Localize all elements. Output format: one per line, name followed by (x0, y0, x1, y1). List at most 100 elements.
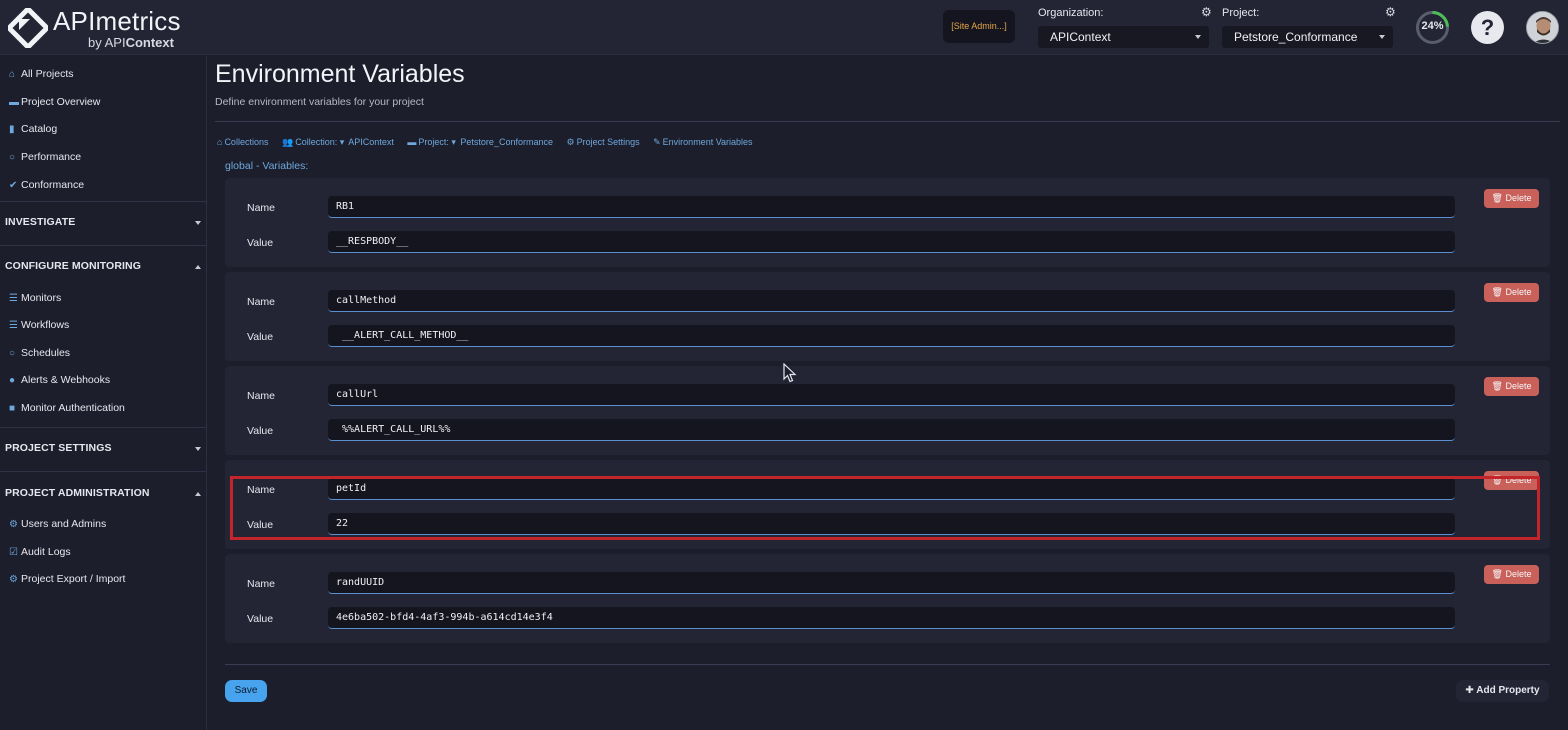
variable-value-input[interactable]: __RESPBODY__ (328, 231, 1455, 253)
variable-value-input[interactable]: __ALERT_CALL_METHOD__ (328, 325, 1455, 347)
sidebar-item-label: Catalog (21, 123, 58, 135)
project-select[interactable]: Petstore_Conformance (1222, 26, 1393, 48)
name-label: Name (247, 390, 276, 402)
variable-card: Name RB1 Value __RESPBODY__ 🗑 Delete (225, 178, 1550, 267)
dashboard-icon: ○ (9, 152, 16, 163)
page-title: Environment Variables (215, 60, 465, 88)
sidebar-item-label: Users and Admins (21, 518, 107, 530)
sidebar-item-users-admins[interactable]: ⚙ Users and Admins (9, 518, 106, 530)
organization-caret-icon (1195, 35, 1201, 39)
project-label: Project: (1222, 7, 1260, 19)
bell-icon: ● (9, 375, 16, 386)
breadcrumb-environment-variables[interactable]: ✎ Environment Variables (653, 137, 752, 147)
delete-button[interactable]: 🗑 Delete (1484, 283, 1539, 302)
gear-icon: ⚙ (566, 137, 575, 147)
breadcrumb-collection[interactable]: 👥 Collection: ▾ APIContext (282, 137, 394, 147)
plus-icon: ✚ (1465, 685, 1474, 696)
variable-value-input[interactable]: %%ALERT_CALL_URL%% (328, 419, 1455, 441)
sidebar-section-investigate[interactable]: INVESTIGATE (5, 216, 203, 228)
apimetrics-logo-icon[interactable] (8, 8, 48, 48)
gear-icon: ⚙ (9, 574, 18, 585)
caret-up-icon (195, 492, 201, 496)
variable-card: Name callUrl Value %%ALERT_CALL_URL%% 🗑 … (225, 366, 1550, 455)
sidebar-item-label: Performance (21, 151, 82, 163)
variable-name-input[interactable]: callMethod (328, 290, 1455, 312)
section-label: CONFIGURE MONITORING (5, 260, 141, 272)
sidebar-item-monitor-authentication[interactable]: ■ Monitor Authentication (9, 402, 125, 414)
delete-button[interactable]: 🗑 Delete (1484, 565, 1539, 584)
save-button[interactable]: Save (225, 680, 267, 702)
section-label: INVESTIGATE (5, 216, 76, 228)
breadcrumb-project[interactable]: ▬ Project: ▾ Petstore_Conformance (407, 137, 553, 147)
sidebar-item-schedules[interactable]: ○ Schedules (9, 347, 70, 359)
lock-icon: ■ (9, 403, 16, 414)
breadcrumb-project-settings[interactable]: ⚙ Project Settings (567, 137, 640, 147)
sidebar-item-label: Audit Logs (21, 546, 71, 558)
site-admin-button[interactable]: [Site Admin...] (943, 10, 1015, 43)
clock-icon: ○ (9, 348, 16, 359)
sidebar-item-performance[interactable]: ○ Performance (9, 151, 81, 163)
folder-icon: ▬ (407, 137, 417, 147)
name-label: Name (247, 296, 276, 308)
delete-label: Delete (1505, 381, 1532, 391)
breadcrumb-collections[interactable]: ⌂ Collections (217, 137, 268, 147)
delete-button[interactable]: 🗑 Delete (1484, 377, 1539, 396)
sidebar-divider (0, 427, 207, 428)
trash-icon: 🗑 (1491, 381, 1503, 391)
list-icon: ☰ (9, 293, 18, 304)
caret-down-icon: ▾ (451, 137, 456, 147)
sidebar-item-workflows[interactable]: ☰ Workflows (9, 319, 69, 331)
help-icon[interactable]: ? (1471, 11, 1504, 44)
sidebar-section-configure-monitoring[interactable]: CONFIGURE MONITORING (5, 260, 203, 272)
caret-down-icon (195, 447, 201, 451)
variable-name-input[interactable]: callUrl (328, 384, 1455, 406)
sidebar-section-project-settings[interactable]: PROJECT SETTINGS (5, 442, 203, 454)
variable-card: Name randUUID Value 4e6ba502-bfd4-4af3-9… (225, 554, 1550, 643)
sidebar-item-all-projects[interactable]: ⌂ All Projects (9, 68, 74, 80)
project-gear-icon[interactable]: ⚙ (1385, 5, 1396, 19)
avatar-person-icon (1527, 12, 1558, 43)
sidebar-item-monitors[interactable]: ☰ Monitors (9, 292, 61, 304)
variable-name-input[interactable]: randUUID (328, 572, 1455, 594)
sidebar-item-label: Alerts & Webhooks (21, 374, 111, 386)
sidebar-item-label: All Projects (21, 68, 74, 80)
add-property-label: Add Property (1476, 685, 1540, 696)
user-avatar[interactable] (1526, 11, 1559, 44)
add-property-button[interactable]: ✚ Add Property (1456, 680, 1549, 702)
sidebar-item-project-export-import[interactable]: ⚙ Project Export / Import (9, 573, 125, 585)
logo-title: APImetrics (53, 6, 181, 36)
global-variables-label: global - Variables: (225, 160, 309, 172)
folder-open-icon: ▬ (9, 97, 19, 108)
sidebar-item-alerts-webhooks[interactable]: ● Alerts & Webhooks (9, 374, 110, 386)
project-select-value: Petstore_Conformance (1234, 30, 1358, 44)
progress-percent-text: 24% (1421, 20, 1444, 32)
organization-select[interactable]: APIContext (1038, 26, 1209, 48)
sidebar-item-conformance[interactable]: ✔ Conformance (9, 179, 84, 191)
name-label: Name (247, 578, 276, 590)
name-label: Name (247, 202, 276, 214)
section-label: PROJECT SETTINGS (5, 442, 112, 454)
sidebar-item-label: Monitors (21, 292, 62, 304)
value-label: Value (247, 237, 274, 249)
home-icon: ⌂ (217, 137, 223, 147)
sidebar-section-project-administration[interactable]: PROJECT ADMINISTRATION (5, 487, 203, 499)
sidebar-item-audit-logs[interactable]: ☑ Audit Logs (9, 546, 71, 558)
delete-button[interactable]: 🗑 Delete (1484, 189, 1539, 208)
sidebar-item-label: Schedules (21, 347, 71, 359)
sidebar-divider (0, 201, 207, 202)
sidebar-item-catalog[interactable]: ▮ Catalog (9, 123, 57, 135)
audit-icon: ☑ (9, 547, 18, 558)
variable-value-input[interactable]: 4e6ba502-bfd4-4af3-994b-a614cd14e3f4 (328, 607, 1455, 629)
project-caret-icon (1379, 35, 1385, 39)
breadcrumb-label: Collections (224, 137, 269, 147)
delete-label: Delete (1505, 569, 1532, 579)
trash-icon: 🗑 (1491, 569, 1503, 579)
page-subtitle: Define environment variables for your pr… (215, 96, 424, 108)
organization-label: Organization: (1038, 7, 1104, 19)
sidebar-item-label: Monitor Authentication (21, 402, 125, 414)
check-icon: ✔ (9, 180, 18, 191)
variable-name-input[interactable]: RB1 (328, 196, 1455, 218)
sidebar-item-project-overview[interactable]: ▬ Project Overview (9, 96, 100, 108)
organization-gear-icon[interactable]: ⚙ (1201, 5, 1212, 19)
logo-by-text: by API (88, 35, 126, 50)
